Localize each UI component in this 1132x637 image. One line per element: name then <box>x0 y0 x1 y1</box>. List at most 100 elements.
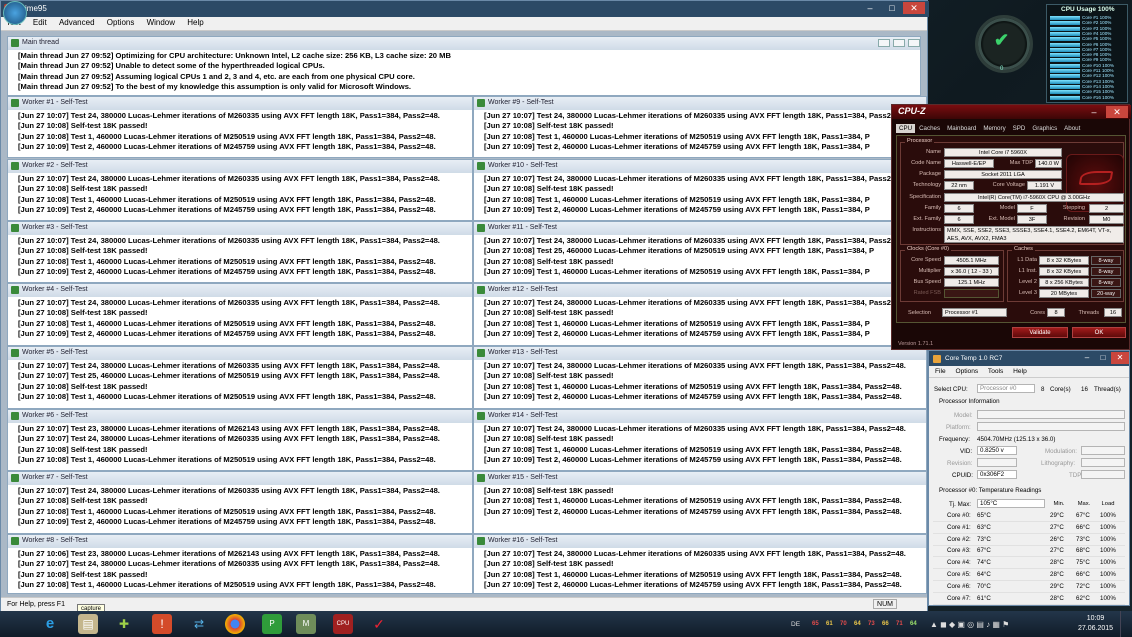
tab-caches[interactable]: Caches <box>916 124 943 133</box>
close-button[interactable]: ✕ <box>903 2 925 14</box>
tab-about[interactable]: About <box>1061 124 1083 133</box>
worker-window[interactable]: Worker #15 - Self-Test [Jun 27 10:08] Sel… <box>473 471 927 534</box>
worker-window[interactable]: Worker #5 - Self-Test [Jun 27 10:07] Test… <box>7 346 473 409</box>
log-line: [Jun 27 10:09] Test 2, 460000 Lucas-Lehm… <box>484 141 870 151</box>
worker-window[interactable]: Worker #4 - Self-Test [Jun 27 10:07] Test… <box>7 283 473 346</box>
select-cpu-dropdown[interactable]: Processor #0 <box>977 384 1035 393</box>
start-button[interactable] <box>3 1 27 25</box>
tray-core-temp[interactable]: 64 <box>910 621 917 627</box>
menu-tools[interactable]: Tools <box>988 368 1003 375</box>
chrome-icon[interactable] <box>225 614 245 634</box>
core-max: 68°C <box>1076 547 1090 555</box>
tab-cpu[interactable]: CPU <box>896 124 916 133</box>
menu-help[interactable]: Help <box>182 17 208 28</box>
show-desktop-button[interactable] <box>1120 611 1132 637</box>
child-minimize-button[interactable] <box>878 39 890 47</box>
cpuz-taskbar-icon[interactable]: CPU <box>333 614 353 634</box>
validate-button[interactable]: Validate <box>1012 327 1068 338</box>
maximize-button[interactable]: □ <box>881 2 903 14</box>
processor-select[interactable]: Processor #1 <box>942 308 1007 317</box>
ok-button[interactable]: OK <box>1072 327 1126 338</box>
worker-log: [Jun 27 10:07] Test 24, 380000 Lucas-Leh… <box>8 235 472 277</box>
main-thread-window[interactable]: Main thread [Main thread Jun 27 09:52] O… <box>7 36 921 96</box>
tray-core-temp[interactable]: 61 <box>826 621 833 627</box>
core-max: 67°C <box>1076 512 1090 519</box>
log-line: [Jun 27 10:08] Self-test 18K passed! <box>484 559 614 569</box>
worker-window[interactable]: Worker #3 - Self-Test [Jun 27 10:07] Test… <box>7 221 473 283</box>
worker-window[interactable]: Worker #14 - Self-Test [Jun 27 10:07] Tes… <box>473 409 927 471</box>
worker-window[interactable]: Worker #12 - Self-Test [Jun 27 10:07] Tes… <box>473 283 927 346</box>
worker-window[interactable]: Worker #11 - Self-Test [Jun 27 10:07] Tes… <box>473 221 927 283</box>
field-label: Cores <box>1030 310 1045 316</box>
log-line: [Jun 27 10:08] Self-test 18K passed! <box>484 121 614 131</box>
tray-core-temp[interactable]: 70 <box>840 621 847 627</box>
menu-window[interactable]: Window <box>142 17 180 28</box>
worker-title: Worker #5 - Self-Test <box>22 349 88 356</box>
worker-window[interactable]: Worker #10 - Self-Test [Jun 27 10:07] Tes… <box>473 159 927 221</box>
maximize-button[interactable]: □ <box>1095 352 1111 364</box>
prime95-window[interactable]: Prime95 – □ ✕ Test Edit Advanced Options… <box>0 0 929 615</box>
close-button[interactable]: ✕ <box>1111 352 1129 364</box>
cpuz-window[interactable]: CPU-Z – ✕ CPU Caches Mainboard Memory SPD Gra… <box>891 104 1131 350</box>
worker-window[interactable]: Worker #16 - Self-Test [Jun 27 10:07] Tes… <box>473 534 927 594</box>
worker-title: Worker #14 - Self-Test <box>488 412 558 419</box>
field-label: Threads <box>1078 310 1099 316</box>
tray-icons[interactable]: ▲ ◼ ◆ ▣ ◎ ▤ ♪ ▦ ⚑ <box>930 620 1009 629</box>
menu-edit[interactable]: Edit <box>28 17 52 28</box>
prime95-taskbar-icon[interactable]: M <box>296 614 316 634</box>
cpu-tool-icon[interactable]: P <box>262 614 282 634</box>
child-restore-button[interactable] <box>893 39 905 47</box>
core-min: 29°C <box>1050 512 1064 519</box>
worker-window[interactable]: Worker #9 - Self-Test [Jun 27 10:07] Test… <box>473 96 927 158</box>
tab-graphics[interactable]: Graphics <box>1029 124 1060 133</box>
menu-help[interactable]: Help <box>1013 368 1027 375</box>
worker-window[interactable]: Worker #13 - Self-Test [Jun 27 10:07] Tes… <box>473 346 927 409</box>
internet-explorer-icon[interactable]: e <box>40 614 60 634</box>
core-max: 72°C <box>1076 582 1090 590</box>
worker-window[interactable]: Worker #2 - Self-Test [Jun 27 10:07] Test… <box>7 159 473 221</box>
log-line: [Jun 27 10:07] Test 24, 380000 Lucas-Leh… <box>484 236 906 245</box>
core-usage-label: Core #10 100% <box>1082 62 1114 68</box>
menu-file[interactable]: File <box>935 368 946 375</box>
log-line: [Jun 27 10:08] Self-test 18K passed! <box>18 444 148 454</box>
tool-icon[interactable]: ✚ <box>114 614 134 634</box>
language-indicator[interactable]: DE <box>791 621 800 628</box>
tray-core-temp[interactable]: 65 <box>812 621 819 627</box>
field-label: Level 2 <box>1018 279 1037 285</box>
antivirus-icon[interactable]: ! <box>152 614 172 634</box>
tray-core-temp[interactable]: 66 <box>882 621 889 627</box>
tray-core-temp[interactable]: 64 <box>854 621 861 627</box>
core-voltage: 1.191 V <box>1027 181 1062 190</box>
child-close-button[interactable] <box>908 39 920 47</box>
close-button[interactable]: ✕ <box>1106 106 1128 118</box>
tab-spd[interactable]: SPD <box>1010 124 1029 133</box>
worker-window[interactable]: Worker #1 - Self-Test [Jun 27 10:07] Test… <box>7 96 473 158</box>
menu-advanced[interactable]: Advanced <box>54 17 100 28</box>
clock[interactable]: 10:09 27.06.2015 <box>1078 614 1113 634</box>
worker-log: [Jun 27 10:07] Test 24, 380000 Lucas-Leh… <box>8 360 472 402</box>
tab-memory[interactable]: Memory <box>980 124 1008 133</box>
worker-window[interactable]: Worker #6 - Self-Test [Jun 27 10:07] Test… <box>7 409 473 471</box>
minimize-button[interactable]: – <box>1079 352 1095 364</box>
menu-options[interactable]: Options <box>955 368 978 375</box>
core-usage-bar <box>1050 42 1080 47</box>
level-3: 20 MBytes <box>1039 289 1089 298</box>
sync-icon[interactable]: ⇄ <box>189 614 209 634</box>
core-usage-bar <box>1050 37 1080 42</box>
rog-taskbar-icon[interactable]: ✓ <box>369 614 389 634</box>
menu-options[interactable]: Options <box>102 17 140 28</box>
ext-model: 3F <box>1017 215 1047 224</box>
tab-mainboard[interactable]: Mainboard <box>944 124 979 133</box>
tray-core-temp[interactable]: 71 <box>896 621 903 627</box>
worker-window[interactable]: Worker #7 - Self-Test [Jun 27 10:07] Test… <box>7 471 473 534</box>
field-label: Technology <box>912 182 941 188</box>
threads-value: 16 <box>1104 308 1122 317</box>
file-explorer-icon[interactable]: ▤ <box>78 614 98 634</box>
minimize-button[interactable]: – <box>1084 106 1104 118</box>
coretemp-window[interactable]: Core Temp 1.0 RC7 – □ ✕ File Options Too… <box>928 350 1130 606</box>
log-line: [Jun 27 10:08] Test 1, 460000 Lucas-Lehm… <box>18 131 436 141</box>
worker-window[interactable]: Worker #8 - Self-Test [Jun 27 10:06] Test… <box>7 534 473 594</box>
tray-core-temp[interactable]: 73 <box>868 621 875 627</box>
worker-log: [Jun 27 10:07] Test 24, 380000 Lucas-Leh… <box>474 235 926 277</box>
minimize-button[interactable]: – <box>859 2 881 14</box>
